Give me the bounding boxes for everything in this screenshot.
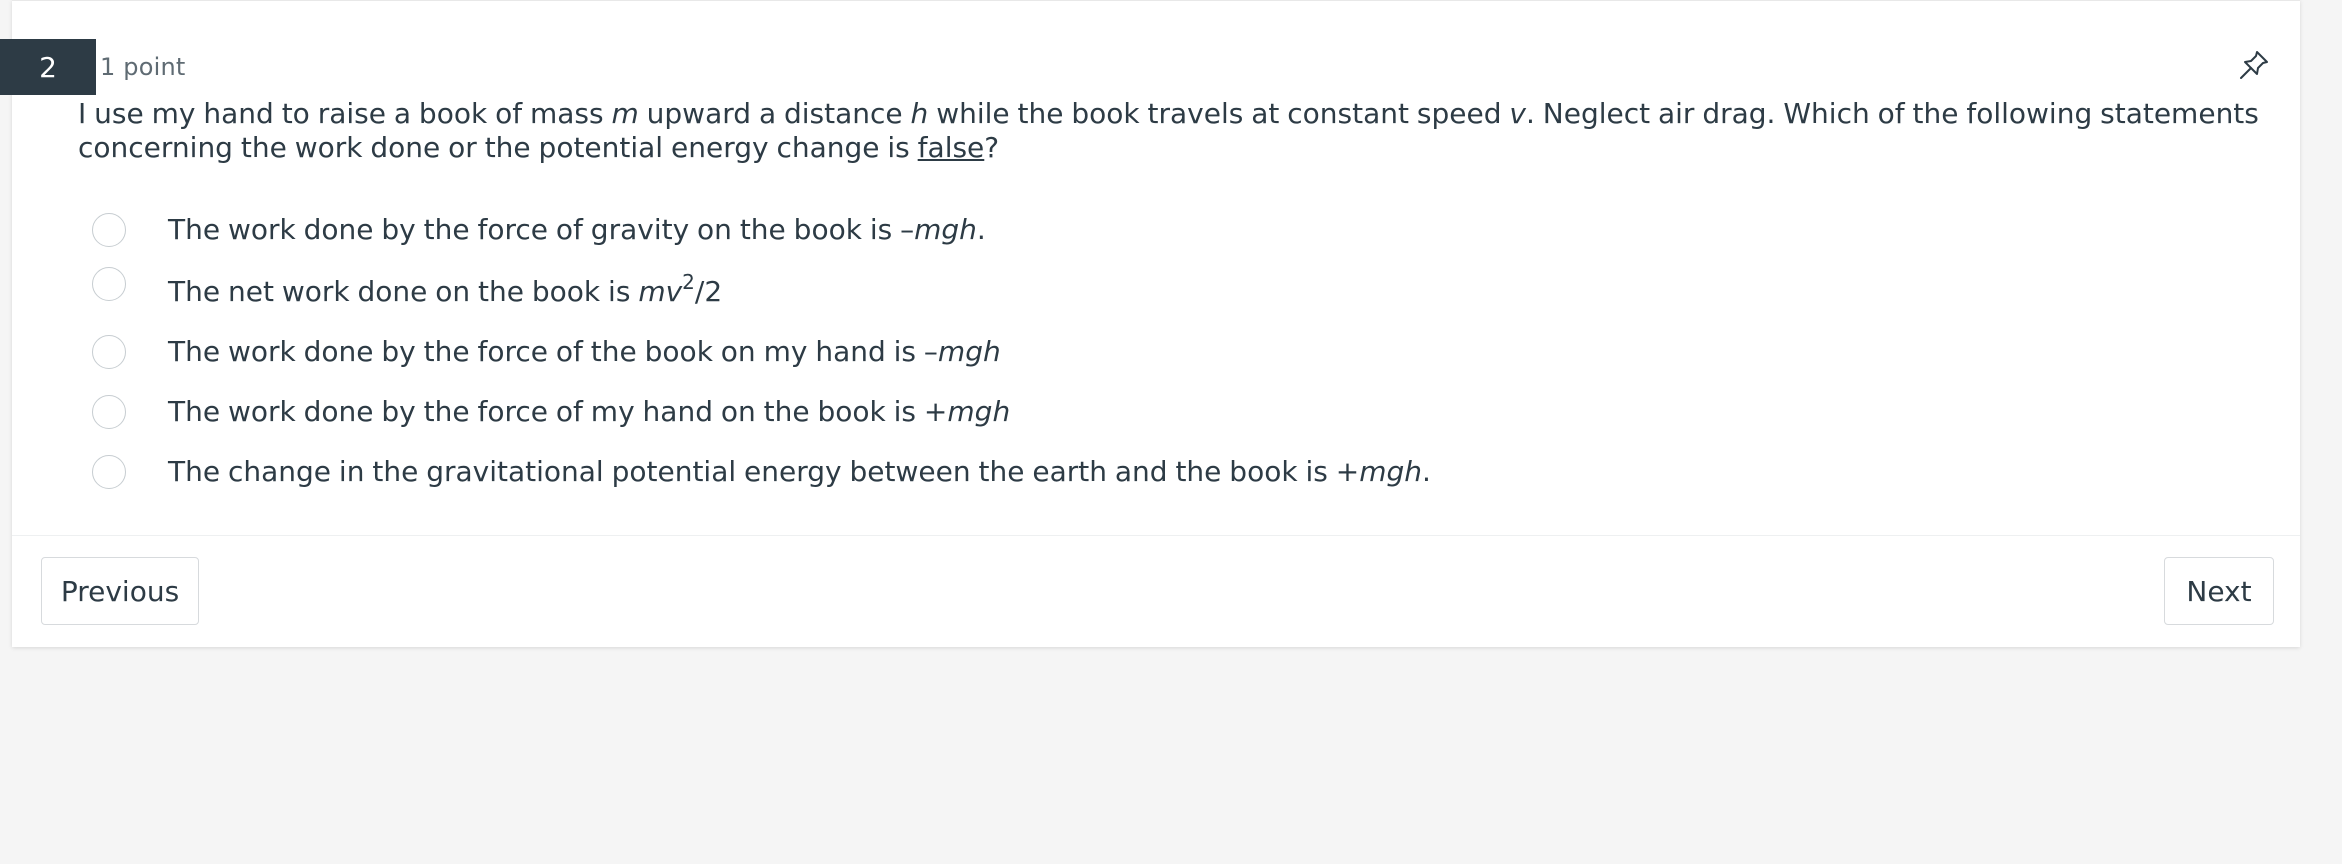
answer-option-4[interactable]: The work done by the force of my hand on… (78, 393, 1478, 433)
answer-math: mgh (914, 213, 977, 246)
question-text: I use my hand to raise a book of mass m … (78, 97, 2294, 165)
answer-label: The work done by the force of the book o… (168, 335, 1001, 369)
previous-button[interactable]: Previous (41, 557, 199, 625)
radio-button[interactable] (92, 455, 126, 489)
answer-math: mgh (947, 395, 1011, 428)
question-number-badge: 2 (0, 39, 96, 95)
question-text-part: upward a distance (638, 97, 911, 130)
next-button[interactable]: Next (2164, 557, 2274, 625)
question-var-h: h (910, 97, 929, 130)
answer-text: The change in the gravitational potentia… (168, 455, 1360, 488)
answer-superscript: 2 (682, 270, 695, 294)
answer-option-3[interactable]: The work done by the force of the book o… (78, 333, 1478, 373)
question-text-part: while the book travels at constant speed (928, 97, 1510, 130)
question-number: 2 (39, 50, 57, 84)
answer-math: mgh (1359, 455, 1422, 488)
answer-text: . (1421, 455, 1431, 488)
answer-label: The change in the gravitational potentia… (168, 455, 1431, 489)
radio-button[interactable] (92, 213, 126, 247)
question-emphasis-false: false (917, 131, 985, 164)
radio-button[interactable] (92, 335, 126, 369)
footer-divider (12, 535, 2300, 536)
answer-label: The net work done on the book is mv2/2 (168, 272, 723, 309)
answer-label: The work done by the force of gravity on… (168, 213, 986, 247)
radio-button[interactable] (92, 395, 126, 429)
answer-option-5[interactable]: The change in the gravitational potentia… (78, 453, 1478, 493)
question-var-v: v (1509, 97, 1526, 130)
answer-text: . (976, 213, 986, 246)
pin-icon[interactable] (2236, 47, 2272, 83)
answer-math: mv (638, 275, 683, 308)
question-text-part: ? (984, 131, 1000, 164)
answer-text: /2 (694, 275, 723, 308)
answer-text: The work done by the force of the book o… (168, 335, 938, 368)
question-text-part: I use my hand to raise a book of mass (78, 97, 612, 130)
question-var-m: m (611, 97, 639, 130)
answer-option-2[interactable]: The net work done on the book is mv2/2 (78, 267, 1478, 313)
answer-math: mgh (937, 335, 1001, 368)
question-card: 2 1 point I use my hand to raise a book … (0, 0, 2300, 647)
answer-option-1[interactable]: The work done by the force of gravity on… (78, 211, 1478, 251)
answer-text: The work done by the force of my hand on… (168, 395, 948, 428)
answer-label: The work done by the force of my hand on… (168, 395, 1010, 429)
radio-button[interactable] (92, 267, 126, 301)
answer-text: The work done by the force of gravity on… (168, 213, 915, 246)
question-points: 1 point (100, 53, 186, 81)
answer-text: The net work done on the book is (168, 275, 639, 308)
